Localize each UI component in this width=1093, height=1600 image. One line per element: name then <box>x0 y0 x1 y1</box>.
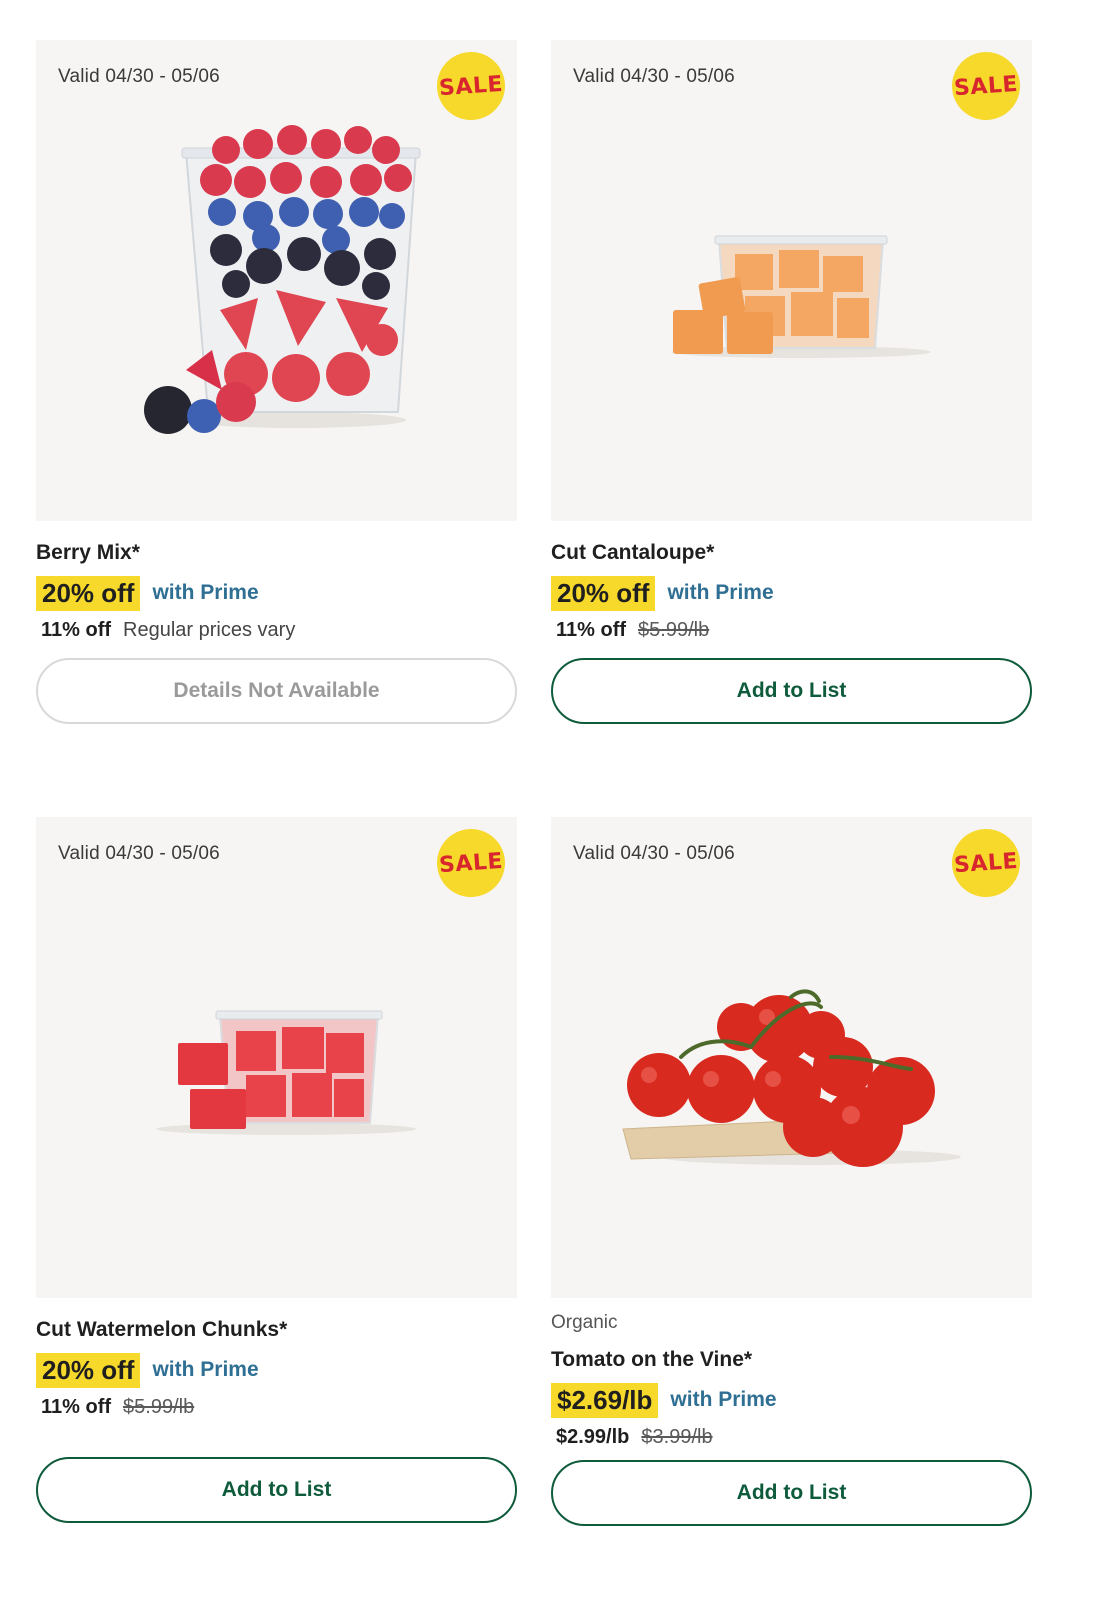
valid-dates: Valid 04/30 - 05/06 <box>58 66 220 87</box>
prime-label: with Prime <box>152 581 259 604</box>
regular-discount: 11% off <box>41 1396 112 1418</box>
deal-highlight: $2.69/lb <box>551 1382 659 1418</box>
details-not-available-button: Details Not Available <box>36 658 517 724</box>
product-image[interactable]: Valid 04/30 - 05/06 SALE <box>551 817 1032 1298</box>
valid-dates: Valid 04/30 - 05/06 <box>573 843 735 864</box>
regular-discount: 11% off <box>41 619 112 641</box>
add-to-list-button[interactable]: Add to List <box>551 1460 1032 1526</box>
cantaloupe-cubes-icon <box>671 235 931 358</box>
product-card-berry-mix[interactable]: Valid 04/30 - 05/06 SALE Berry Mix* 20% … <box>36 40 517 724</box>
product-image[interactable]: Valid 04/30 - 05/06 SALE <box>36 40 517 521</box>
product-card-cut-cantaloupe[interactable]: Valid 04/30 - 05/06 SALE Cut Cantaloupe*… <box>551 40 1032 724</box>
deal-highlight: 20% off <box>36 1352 141 1388</box>
original-price: $5.99/lb <box>123 1396 195 1418</box>
product-name[interactable]: Cut Cantaloupe* <box>551 541 1032 565</box>
product-name[interactable]: Tomato on the Vine* <box>551 1348 1032 1372</box>
deal-highlight: 20% off <box>551 575 656 611</box>
add-to-list-button[interactable]: Add to List <box>36 1457 517 1523</box>
prime-label: with Prime <box>667 581 774 604</box>
add-to-list-button[interactable]: Add to List <box>551 658 1032 724</box>
watermelon-cubes-icon <box>156 1010 416 1135</box>
berry-mix-cup-icon <box>144 125 421 434</box>
valid-dates: Valid 04/30 - 05/06 <box>58 843 220 864</box>
product-image[interactable]: Valid 04/30 - 05/06 SALE <box>551 40 1032 521</box>
product-image[interactable]: Valid 04/30 - 05/06 SALE <box>36 817 517 1298</box>
original-price: $3.99/lb <box>641 1426 713 1448</box>
valid-dates: Valid 04/30 - 05/06 <box>573 66 735 87</box>
product-card-tomato-on-the-vine[interactable]: Valid 04/30 - 05/06 SALE Organic Tomato … <box>551 817 1032 1526</box>
product-card-cut-watermelon[interactable]: Valid 04/30 - 05/06 SALE Cut Watermelon … <box>36 817 517 1523</box>
product-name[interactable]: Berry Mix* <box>36 541 517 565</box>
deal-highlight: 20% off <box>36 575 141 611</box>
regular-discount: 11% off <box>556 619 627 641</box>
product-name[interactable]: Cut Watermelon Chunks* <box>36 1318 517 1342</box>
prime-label: with Prime <box>670 1388 777 1411</box>
prime-label: with Prime <box>152 1358 259 1381</box>
original-price: $5.99/lb <box>638 619 710 641</box>
regular-price-note: Regular prices vary <box>123 619 296 641</box>
product-brand: Organic <box>551 1312 618 1333</box>
tomatoes-on-vine-icon <box>622 989 961 1167</box>
regular-price: $2.99/lb <box>556 1426 630 1448</box>
